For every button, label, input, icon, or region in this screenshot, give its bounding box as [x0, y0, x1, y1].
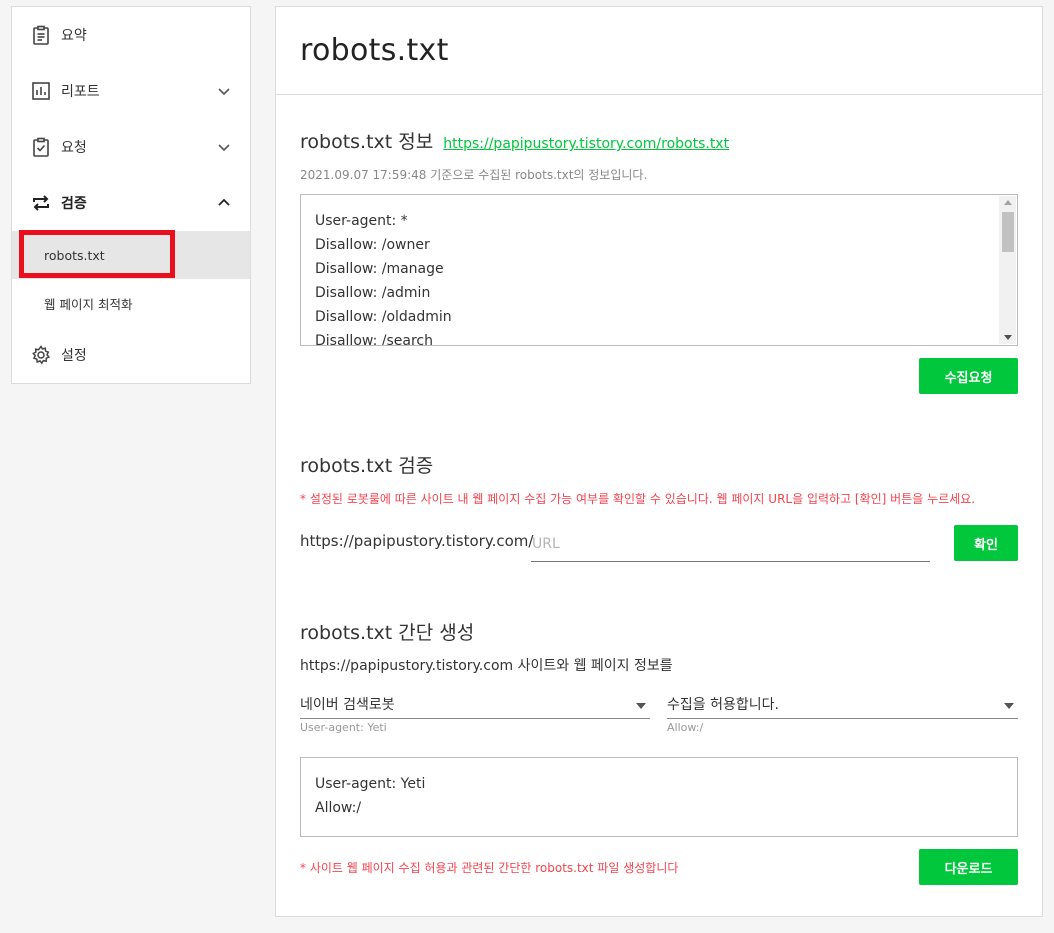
collect-request-button[interactable]: 수집요청	[919, 358, 1018, 394]
clipboard-check-icon	[30, 136, 52, 158]
scrollbar[interactable]	[999, 196, 1016, 344]
robots-line: Disallow: /manage	[315, 261, 444, 277]
robots-line: Disallow: /search	[315, 333, 433, 345]
clipboard-list-icon	[30, 24, 52, 46]
generated-robots-box[interactable]: User-agent: Yeti Allow:/	[300, 757, 1018, 837]
sidebar-item-label: 검증	[61, 196, 87, 212]
collection-info-text: 2021.09.07 17:59:48 기준으로 수집된 robots.txt의…	[300, 168, 648, 182]
robot-select-help: User-agent: Yeti	[300, 721, 387, 734]
allow-select-value: 수집을 허용합니다.	[667, 696, 779, 713]
sidebar-item-label: 리포트	[61, 84, 100, 100]
robot-select[interactable]: 네이버 검색로봇	[300, 689, 650, 719]
swap-arrows-icon	[30, 192, 52, 214]
base-url-label: https://papipustory.tistory.com/	[300, 532, 534, 550]
robots-content: User-agent: * Disallow: /owner Disallow:…	[315, 209, 997, 345]
gear-icon	[30, 344, 52, 366]
robots-line: User-agent: *	[315, 213, 408, 229]
sidebar-subitem-web-optimization[interactable]: 웹 페이지 최적화	[12, 279, 250, 327]
generate-section-title: robots.txt 간단 생성	[300, 622, 475, 644]
generate-warning-text: * 사이트 웹 페이지 수집 허용과 관련된 간단한 robots.txt 파일…	[300, 861, 679, 875]
robots-line: Disallow: /oldadmin	[315, 309, 452, 325]
sidebar-subitem-label: robots.txt	[44, 247, 105, 263]
sidebar: 요약 리포트 요청 검증 robots.txt 웹 페이지 최적화 설정	[11, 6, 251, 384]
robot-select-value: 네이버 검색로봇	[300, 696, 395, 713]
page-title: robots.txt	[300, 33, 449, 68]
sidebar-item-label: 요약	[61, 28, 87, 44]
sidebar-subitem-robots[interactable]: robots.txt	[12, 231, 250, 279]
dropdown-arrow-icon	[636, 703, 646, 709]
scroll-up-icon[interactable]	[1004, 200, 1012, 205]
sidebar-item-label: 설정	[61, 348, 87, 364]
robots-url-link[interactable]: https://papipustory.tistory.com/robots.t…	[443, 136, 729, 152]
sidebar-item-report[interactable]: 리포트	[12, 63, 250, 119]
allow-select[interactable]: 수집을 허용합니다.	[667, 689, 1018, 719]
generated-line: Allow:/	[315, 800, 362, 816]
sidebar-item-label: 요청	[61, 140, 87, 156]
robots-content-box[interactable]: User-agent: * Disallow: /owner Disallow:…	[300, 194, 1018, 346]
sidebar-subitem-label: 웹 페이지 최적화	[44, 296, 133, 312]
verify-warning-text: * 설정된 로봇룰에 따른 사이트 내 웹 페이지 수집 가능 여부를 확인할 …	[300, 492, 976, 506]
robots-line: Disallow: /owner	[315, 237, 430, 253]
chevron-up-icon[interactable]	[216, 195, 232, 211]
generated-line: User-agent: Yeti	[315, 776, 426, 792]
confirm-button[interactable]: 확인	[954, 525, 1018, 561]
sidebar-item-request[interactable]: 요청	[12, 119, 250, 175]
chevron-down-icon[interactable]	[216, 139, 232, 155]
scroll-down-icon[interactable]	[1004, 335, 1012, 340]
scrollbar-thumb[interactable]	[1002, 212, 1014, 252]
page-header: robots.txt	[276, 7, 1042, 95]
verify-section-title: robots.txt 검증	[300, 455, 434, 477]
sidebar-item-settings[interactable]: 설정	[12, 327, 250, 383]
dropdown-arrow-icon	[1004, 703, 1014, 709]
generate-desc-text: https://papipustory.tistory.com 사이트와 웹 페…	[300, 658, 673, 674]
robots-line: Disallow: /admin	[315, 285, 431, 301]
info-section-title: robots.txt 정보 https://papipustory.tistory…	[300, 127, 729, 154]
generated-robots-content: User-agent: Yeti Allow:/	[315, 772, 1003, 836]
main-panel: robots.txt robots.txt 정보 https://papipust…	[275, 6, 1043, 917]
sidebar-item-summary[interactable]: 요약	[12, 7, 250, 63]
download-button[interactable]: 다운로드	[919, 849, 1018, 885]
url-input[interactable]	[531, 526, 930, 562]
bar-chart-icon	[30, 80, 52, 102]
info-section-heading: robots.txt 정보	[300, 131, 434, 153]
allow-select-help: Allow:/	[667, 721, 704, 734]
chevron-down-icon[interactable]	[216, 83, 232, 99]
sidebar-item-verify[interactable]: 검증	[12, 175, 250, 231]
